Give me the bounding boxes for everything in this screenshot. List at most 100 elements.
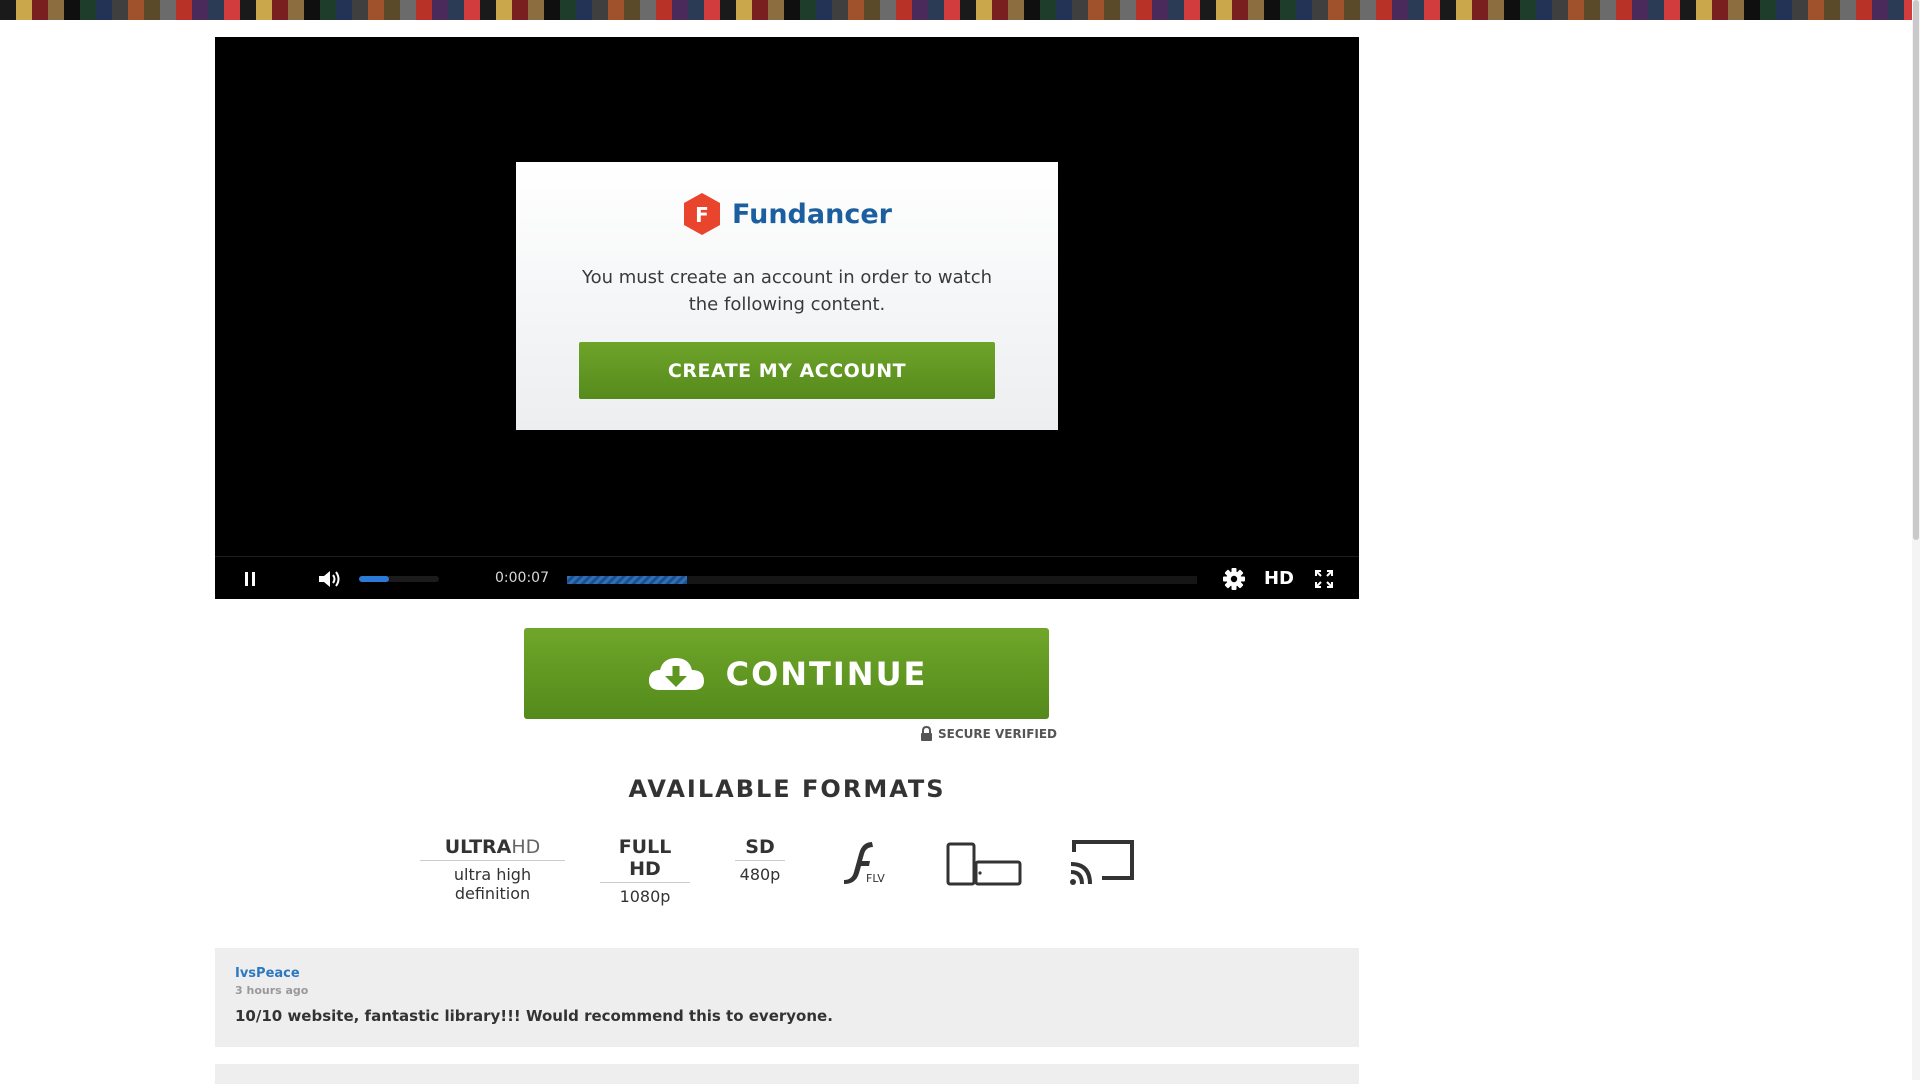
poster-thumb	[1744, 0, 1760, 20]
poster-thumb	[1472, 0, 1488, 20]
page-scrollbar[interactable]	[1912, 0, 1920, 1080]
poster-thumb	[1216, 0, 1232, 20]
poster-thumb	[1120, 0, 1136, 20]
poster-thumb	[832, 0, 848, 20]
continue-button[interactable]: CONTINUE	[524, 628, 1049, 719]
poster-thumb	[80, 0, 96, 20]
poster-thumb	[1264, 0, 1280, 20]
poster-thumb	[144, 0, 160, 20]
poster-thumb	[752, 0, 768, 20]
poster-thumb	[1024, 0, 1040, 20]
format-title: FULL HD	[600, 836, 690, 883]
scrollbar-thumb[interactable]	[1913, 0, 1919, 540]
format-fullhd: FULL HD 1080p	[600, 836, 690, 906]
poster-thumb	[464, 0, 480, 20]
video-player[interactable]: F Fundancer You must create an account i…	[215, 37, 1359, 599]
poster-thumb	[208, 0, 224, 20]
poster-thumb	[1632, 0, 1648, 20]
signup-modal: F Fundancer You must create an account i…	[516, 162, 1058, 430]
poster-thumb	[448, 0, 464, 20]
poster-thumb	[1056, 0, 1072, 20]
svg-text:FLV: FLV	[866, 872, 885, 885]
poster-thumb	[336, 0, 352, 20]
poster-thumb	[496, 0, 512, 20]
continue-label: CONTINUE	[725, 654, 928, 693]
volume-level	[359, 576, 390, 582]
poster-thumb	[1248, 0, 1264, 20]
poster-thumb	[176, 0, 192, 20]
secure-label: SECURE VERIFIED	[938, 726, 1058, 741]
poster-thumb	[400, 0, 416, 20]
poster-thumb	[784, 0, 800, 20]
poster-thumb	[1072, 0, 1088, 20]
poster-thumb	[848, 0, 864, 20]
volume-slider[interactable]	[359, 576, 439, 582]
speaker-icon	[319, 570, 340, 587]
format-title-light: HD	[511, 836, 541, 858]
poster-thumb	[368, 0, 384, 20]
poster-thumb	[1888, 0, 1904, 20]
poster-thumb	[96, 0, 112, 20]
settings-button[interactable]	[1219, 557, 1249, 600]
seek-bar[interactable]	[567, 576, 1197, 584]
cloud-download-icon	[648, 657, 704, 690]
poster-thumb	[1104, 0, 1120, 20]
poster-thumb	[1552, 0, 1568, 20]
poster-thumb	[880, 0, 896, 20]
poster-thumb	[560, 0, 576, 20]
poster-thumb	[1344, 0, 1360, 20]
poster-thumb	[272, 0, 288, 20]
poster-thumb	[224, 0, 240, 20]
poster-thumb	[1424, 0, 1440, 20]
poster-thumb	[992, 0, 1008, 20]
volume-button[interactable]	[315, 557, 345, 600]
poster-thumb	[352, 0, 368, 20]
poster-thumb	[192, 0, 208, 20]
poster-strip	[0, 0, 1912, 20]
poster-thumb	[48, 0, 64, 20]
poster-thumb	[1488, 0, 1504, 20]
format-title: ULTRA	[444, 836, 512, 858]
format-subtitle: 480p	[739, 865, 781, 884]
poster-thumb	[432, 0, 448, 20]
poster-thumb	[480, 0, 496, 20]
poster-thumb	[1312, 0, 1328, 20]
poster-thumb	[384, 0, 400, 20]
poster-thumb	[1376, 0, 1392, 20]
poster-thumb	[688, 0, 704, 20]
create-account-button[interactable]: CREATE MY ACCOUNT	[579, 342, 995, 399]
poster-thumb	[608, 0, 624, 20]
current-time: 0:00:07	[495, 570, 549, 586]
poster-thumb	[528, 0, 544, 20]
poster-thumb	[1456, 0, 1472, 20]
poster-thumb	[1408, 0, 1424, 20]
poster-thumb	[1136, 0, 1152, 20]
secure-verified: SECURE VERIFIED	[920, 726, 1057, 741]
poster-thumb	[1088, 0, 1104, 20]
poster-thumb	[1392, 0, 1408, 20]
poster-thumb	[1840, 0, 1856, 20]
poster-thumb	[32, 0, 48, 20]
poster-thumb	[1696, 0, 1712, 20]
format-subtitle: ultra high definition	[453, 865, 532, 903]
poster-thumb	[1584, 0, 1600, 20]
poster-thumb	[816, 0, 832, 20]
poster-thumb	[1600, 0, 1616, 20]
poster-thumb	[1616, 0, 1632, 20]
poster-thumb	[1792, 0, 1808, 20]
pause-button[interactable]	[235, 557, 265, 600]
quality-button[interactable]: HD	[1259, 557, 1299, 600]
poster-thumb	[576, 0, 592, 20]
poster-thumb	[592, 0, 608, 20]
poster-thumb	[1328, 0, 1344, 20]
poster-thumb	[624, 0, 640, 20]
comment-user[interactable]: IvsPeace	[235, 966, 1339, 981]
comment-item-next	[215, 1064, 1359, 1084]
fullscreen-button[interactable]	[1309, 557, 1339, 600]
poster-thumb	[128, 0, 144, 20]
seek-progress	[567, 576, 687, 584]
poster-thumb	[1872, 0, 1888, 20]
cast-icon	[1070, 840, 1134, 885]
poster-thumb	[1568, 0, 1584, 20]
poster-thumb	[1824, 0, 1840, 20]
